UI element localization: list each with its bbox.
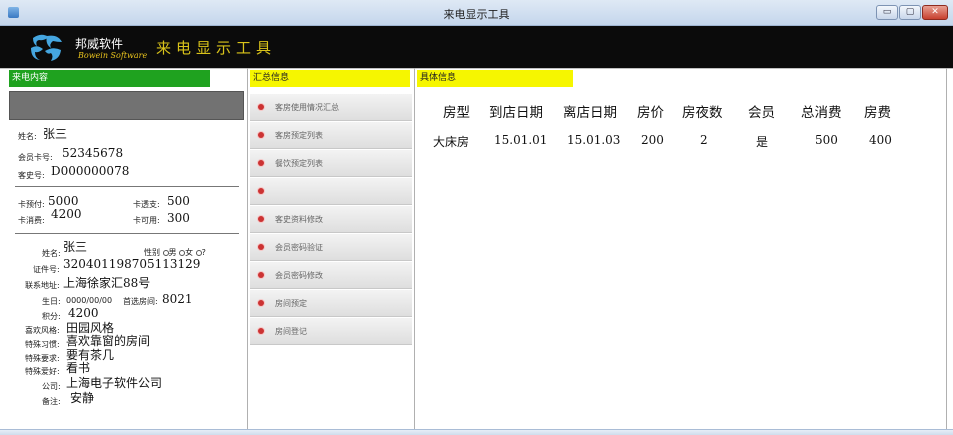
caller-name-label: 姓名: (18, 132, 37, 141)
header-room-rate: 房价 (637, 105, 664, 121)
bullet-icon (258, 160, 264, 166)
header-arrival-date: 到店日期 (489, 105, 543, 121)
column-divider (414, 68, 415, 430)
overdraft-label: 卡透支: (133, 200, 160, 209)
summary-section-tag: 汇总信息 (250, 70, 410, 87)
profile-name-label: 姓名: (42, 249, 61, 258)
request-label: 特殊要求: (25, 354, 60, 363)
style-label: 喜欢风格: (25, 326, 60, 335)
profile-name: 张三 (63, 240, 88, 254)
birthday-value: 0000/00/00 (66, 296, 113, 305)
menu-member-password-change[interactable]: 会员密码修改 (250, 262, 412, 289)
divider (15, 233, 239, 234)
menu-room-reservation[interactable]: 房间预定 (250, 290, 412, 317)
header-departure-date: 离店日期 (563, 105, 617, 121)
card-no: 52345678 (62, 146, 124, 160)
menu-guest-history-edit[interactable]: 客史资料修改 (250, 206, 412, 233)
divider (15, 186, 239, 187)
table-cell-departure-date: 15.01.03 (567, 133, 621, 147)
brand-subtitle: Bowein Software (78, 51, 148, 60)
available-value: 300 (167, 211, 190, 225)
menu-item-label: 客房使用情况汇总 (275, 103, 339, 112)
gender-female-label: 女 (185, 248, 194, 257)
caller-number-display (9, 91, 244, 120)
bullet-icon (258, 272, 264, 278)
card-no-label: 会员卡号: (18, 153, 53, 162)
menu-item-label: 会员密码验证 (275, 243, 323, 252)
caller-name: 张三 (43, 127, 68, 141)
points-value: 4200 (68, 306, 99, 320)
header-room-charge: 房费 (864, 105, 891, 121)
menu-room-checkin[interactable]: 房间登记 (250, 318, 412, 345)
hobby-label: 特殊爱好: (25, 367, 60, 376)
gender-male-label: 男 (168, 248, 177, 257)
bullet-icon (258, 132, 264, 138)
room-pref-value: 8021 (162, 292, 193, 306)
header-nights: 房夜数 (682, 105, 723, 121)
window-title: 来电显示工具 (443, 8, 510, 21)
bullet-icon (258, 104, 264, 110)
column-divider (247, 68, 248, 430)
menu-item-label: 房间预定 (275, 299, 307, 308)
brand-name: 邦威软件 (75, 37, 124, 51)
minimize-button[interactable]: ▭ (876, 5, 898, 20)
guest-no: D000000078 (51, 164, 130, 178)
bullet-icon (258, 300, 264, 306)
bullet-icon (258, 328, 264, 334)
birthday-label: 生日: (42, 297, 61, 306)
company-label: 公司: (42, 382, 61, 391)
consumed-value: 4200 (51, 207, 82, 221)
bullet-icon (258, 244, 264, 250)
menu-item-label: 餐饮预定列表 (275, 159, 323, 168)
header-room-type: 房型 (443, 105, 470, 121)
gender-label: 性别 (144, 248, 160, 257)
available-label: 卡可用: (133, 216, 160, 225)
header-total-spend: 总消费 (801, 105, 842, 121)
address-label: 联系地址: (25, 281, 60, 290)
caller-section-tag: 来电内容 (9, 70, 210, 87)
table-cell-arrival-date: 15.01.01 (494, 133, 548, 147)
habit-label: 特殊习惯: (25, 340, 60, 349)
prepaid-value: 5000 (48, 194, 79, 208)
table-cell-room-type: 大床房 (433, 135, 470, 149)
address-value: 上海徐家汇88号 (63, 276, 151, 290)
close-button[interactable]: ✕ (922, 5, 948, 20)
table-cell-member: 是 (756, 135, 769, 149)
menu-item-empty[interactable] (250, 178, 412, 205)
menu-item-label: 会员密码修改 (275, 271, 323, 280)
app-name: 来电显示工具 (156, 39, 277, 57)
overdraft-value: 500 (167, 194, 190, 208)
room-pref-label: 首选房间: (123, 297, 158, 306)
menu-member-password-verify[interactable]: 会员密码验证 (250, 234, 412, 261)
prepaid-label: 卡预付: (18, 200, 45, 209)
menu-dining-booking-list[interactable]: 餐饮预定列表 (250, 150, 412, 177)
column-divider (946, 68, 947, 430)
id-label: 证件号: (33, 265, 60, 274)
table-cell-room-charge: 400 (869, 133, 892, 147)
window-bottom-border (0, 429, 953, 435)
remark-value: 安静 (70, 391, 95, 405)
maximize-button[interactable]: ▢ (899, 5, 921, 20)
menu-room-usage-summary[interactable]: 客房使用情况汇总 (250, 94, 412, 121)
menu-item-label: 客房预定列表 (275, 131, 323, 140)
menu-item-label: 房间登记 (275, 327, 307, 336)
detail-section-tag: 具体信息 (417, 70, 573, 87)
bullet-icon (258, 188, 264, 194)
consumed-label: 卡消费: (18, 216, 45, 225)
guest-no-label: 客史号: (18, 171, 45, 180)
logo-icon (31, 34, 62, 61)
menu-room-booking-list[interactable]: 客房预定列表 (250, 122, 412, 149)
menu-item-label: 客史资料修改 (275, 215, 323, 224)
table-cell-nights: 2 (700, 133, 708, 147)
table-cell-room-rate: 200 (641, 133, 664, 147)
points-label: 积分: (42, 312, 61, 321)
gender-unknown-label: ? (201, 248, 206, 257)
id-value: 320401198705113129 (63, 257, 201, 271)
window-titlebar[interactable]: 来电显示工具 ▭ ▢ ✕ (0, 0, 953, 26)
table-cell-total-spend: 500 (815, 133, 838, 147)
header-member: 会员 (748, 105, 775, 121)
remark-label: 备注: (42, 397, 61, 406)
bullet-icon (258, 216, 264, 222)
brand-header: 邦威软件 Bowein Software 来电显示工具 (0, 26, 953, 68)
